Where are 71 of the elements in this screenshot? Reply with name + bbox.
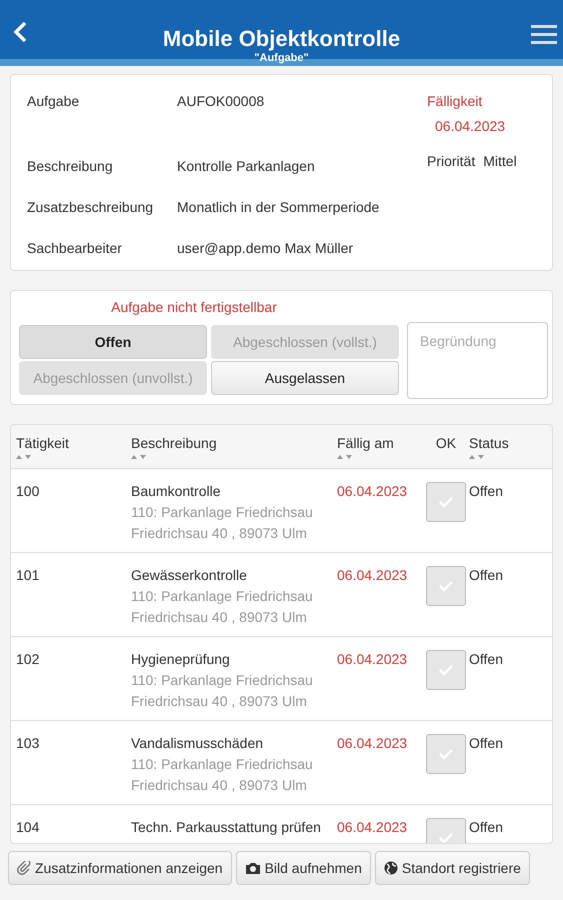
sort-icon[interactable]	[16, 454, 32, 461]
table-cell-text: Friedrichsau 40 , 89073 Ulm	[131, 776, 308, 795]
table-cell: Offen	[469, 819, 503, 835]
field-label: Sachbearbeiter	[27, 239, 123, 258]
table-cell: 100	[16, 483, 40, 499]
field-value: Kontrolle Parkanlagen	[177, 157, 315, 176]
column-header[interactable]: Beschreibung	[131, 433, 337, 454]
checkbox[interactable]	[426, 482, 466, 522]
column-header[interactable]: Tätigkeit	[16, 433, 131, 454]
column-header[interactable]: Fällig am	[337, 433, 423, 454]
table-cell: 102	[16, 651, 40, 667]
table-cell-text: 110: Parkanlage Friedrichsau	[131, 671, 314, 690]
globe-icon	[384, 861, 398, 875]
field-label: Aufgabe	[27, 92, 80, 111]
table-cell-text: Gewässerkontrolle	[131, 566, 248, 585]
table-cell: 103	[16, 735, 40, 751]
field-label: Beschreibung	[27, 157, 114, 176]
menu-icon[interactable]	[531, 24, 557, 46]
checkbox[interactable]	[426, 734, 466, 774]
field-value: user@app.demo Max Müller	[177, 239, 354, 258]
table-cell: Offen	[469, 735, 503, 751]
check-icon	[438, 748, 454, 760]
table-cell: Offen	[469, 483, 503, 499]
field-label: Zusatzbeschreibung	[27, 198, 154, 217]
table-cell-text: Vandalismusschäden	[131, 734, 264, 753]
check-icon	[438, 496, 454, 508]
due-date: 06.04.2023	[337, 819, 408, 835]
due-date: 06.04.2023	[337, 651, 408, 667]
field-value: Monatlich in der Sommerperiode	[177, 198, 380, 217]
table-cell-text: 110: Parkanlage Friedrichsau	[131, 587, 314, 606]
check-icon	[438, 664, 454, 676]
sort-icon[interactable]	[131, 454, 147, 461]
checkbox[interactable]	[426, 566, 466, 606]
window-subtitle: "Aufgabe"	[254, 51, 309, 66]
due-date: 06.04.2023	[337, 483, 408, 499]
field-value: AUFOK00008	[177, 92, 264, 111]
table-cell-text: Hygieneprüfung	[131, 650, 231, 669]
table-cell: 101	[16, 567, 40, 583]
priority-label: Priorität	[427, 152, 476, 171]
column-header[interactable]: OK	[436, 433, 456, 454]
footer-button[interactable]: Zusatzinformationen anzeigen	[8, 851, 232, 885]
table-cell-text: Friedrichsau 40 , 89073 Ulm	[131, 524, 308, 543]
due-date: 06.04.2023	[337, 567, 408, 583]
reason-field[interactable]: Begründung	[407, 322, 548, 399]
table-cell: Offen	[469, 567, 503, 583]
window-title: Mobile Objektkontrolle	[162, 25, 400, 50]
footer-button[interactable]: Bild aufnehmen	[236, 851, 371, 885]
table-cell-text: Friedrichsau 40 , 89073 Ulm	[131, 608, 308, 627]
due-label: Fälligkeit	[427, 92, 484, 111]
sort-icon[interactable]	[337, 454, 353, 461]
paperclip-icon	[17, 861, 31, 875]
back-icon[interactable]	[12, 20, 28, 44]
camera-icon	[244, 861, 261, 875]
table-cell-text: 110: Parkanlage Friedrichsau	[131, 755, 314, 774]
table-cell-text: Baumkontrolle	[131, 482, 222, 501]
due-date: 06.04.2023	[435, 117, 506, 136]
checkbox[interactable]	[426, 650, 466, 690]
table-cell-text: Friedrichsau 40 , 89073 Ulm	[131, 692, 308, 711]
footer-button[interactable]: Standort registriere	[374, 851, 530, 885]
status-button[interactable]: Offen	[19, 325, 207, 359]
due-date: 06.04.2023	[337, 735, 408, 751]
warning-text: Aufgabe nicht fertigstellbar	[110, 298, 278, 317]
table-cell: Offen	[469, 651, 503, 667]
check-icon	[438, 580, 454, 592]
table-cell: 104	[16, 819, 40, 835]
status-button[interactable]: Ausgelassen	[211, 361, 399, 395]
table-cell-text: 110: Parkanlage Friedrichsau	[131, 503, 314, 522]
column-header[interactable]: Status	[469, 433, 552, 454]
sort-icon[interactable]	[469, 454, 485, 461]
priority-value: Mittel	[483, 152, 517, 171]
table-cell-text: Techn. Parkausstattung prüfen	[131, 818, 322, 837]
